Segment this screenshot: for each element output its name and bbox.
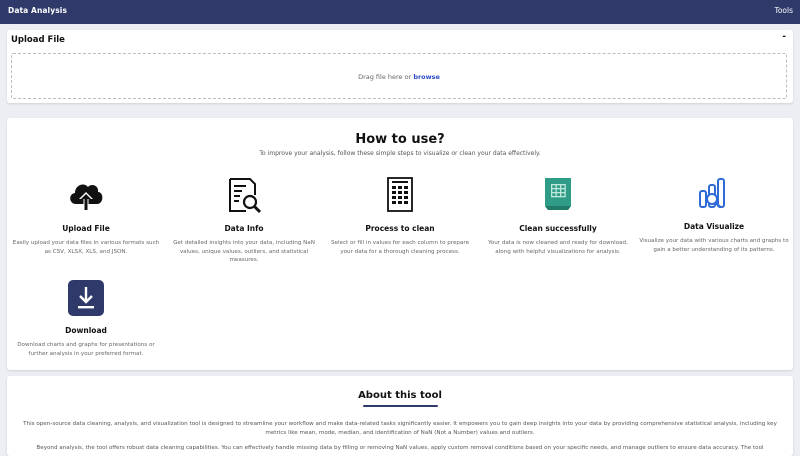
step-description: Visualize your data with various charts … bbox=[639, 238, 789, 253]
how-to-use-card: How to use? To improve your analysis, fo… bbox=[7, 118, 793, 370]
cloud-upload-icon bbox=[6, 175, 166, 215]
browse-link[interactable]: browse bbox=[413, 73, 440, 81]
tools-menu[interactable]: Tools bbox=[775, 6, 793, 15]
step-description: Easily upload your data files in various… bbox=[12, 240, 160, 255]
step-description: Download charts and graphs for presentat… bbox=[17, 342, 155, 357]
step-title: Download bbox=[65, 326, 107, 335]
drag-text: Drag file here or bbox=[358, 73, 414, 81]
step-title: Data Visualize bbox=[683, 222, 745, 231]
upload-header: Upload File bbox=[11, 35, 65, 45]
step-title: Clean successfully bbox=[519, 224, 597, 233]
step-description: Get detailed insights into your data, in… bbox=[173, 240, 315, 264]
navbar: Data Analysis Tools bbox=[0, 0, 800, 24]
document-search-icon bbox=[164, 175, 324, 215]
download-icon bbox=[6, 278, 166, 318]
file-dropzone[interactable]: Drag file here or browse bbox=[11, 53, 787, 99]
about-paragraph: Beyond analysis, the tool offers robust … bbox=[36, 445, 764, 451]
app-title[interactable]: Data Analysis bbox=[8, 6, 67, 15]
upload-card: Upload File - Drag file here or browse bbox=[7, 30, 793, 103]
about-title: About this tool bbox=[358, 390, 442, 401]
spreadsheet-icon bbox=[320, 175, 480, 215]
chart-search-icon bbox=[634, 173, 794, 213]
section-title: How to use? bbox=[355, 132, 445, 147]
collapse-toggle-button[interactable]: - bbox=[782, 32, 786, 42]
clean-sheet-icon bbox=[478, 174, 638, 214]
title-underline bbox=[363, 405, 438, 407]
step-description: Your data is now cleaned and ready for d… bbox=[488, 240, 628, 255]
section-subtitle: To improve your analysis, follow these s… bbox=[259, 150, 541, 157]
step-description: Select or fill in values for each column… bbox=[330, 240, 470, 255]
about-card: About this tool This open-source data cl… bbox=[7, 376, 793, 456]
about-paragraph: This open-source data cleaning, analysis… bbox=[23, 421, 777, 436]
step-title: Data Info bbox=[224, 224, 264, 233]
step-title: Upload File bbox=[62, 224, 110, 233]
step-title: Process to clean bbox=[365, 224, 435, 233]
